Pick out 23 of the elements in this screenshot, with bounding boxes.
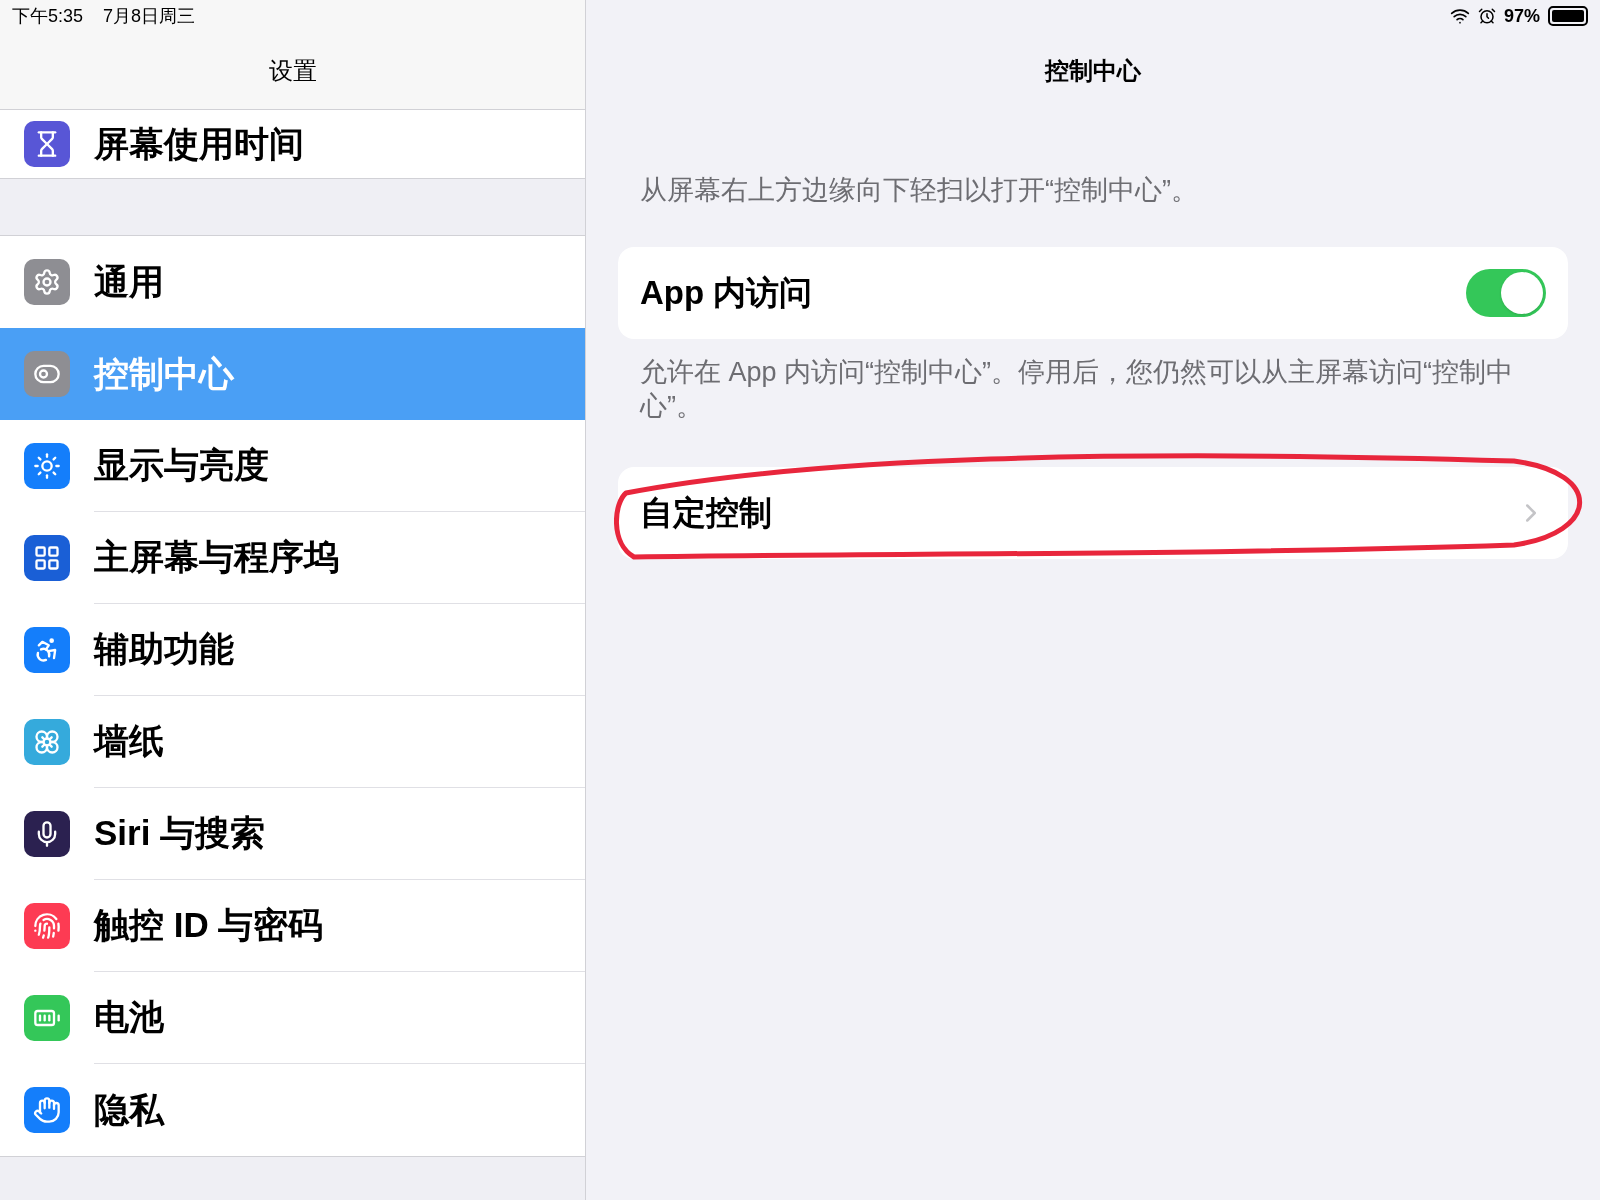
hand-icon (24, 1087, 70, 1133)
status-date: 7月8日周三 (103, 4, 196, 28)
person-icon (24, 627, 70, 673)
battery-percent: 97% (1503, 4, 1540, 28)
toggle-row: App 内访问 (618, 246, 1568, 339)
grid-icon (24, 535, 70, 581)
sun-icon (24, 443, 70, 489)
sidebar-title: 设置 (268, 55, 317, 86)
status-time: 下午5:35 (12, 4, 84, 28)
fingerprint-icon (24, 903, 70, 949)
wifi-icon (1449, 6, 1470, 26)
gear-icon (24, 259, 70, 305)
alarm-icon (1477, 7, 1496, 25)
hourglass-icon (24, 121, 70, 167)
customize-row[interactable]: 自定控制 (618, 466, 1568, 559)
flower-icon (24, 719, 70, 765)
page-title: 控制中心 (1045, 56, 1141, 86)
battery-icon (24, 995, 70, 1041)
hint-text: 从屏幕右上方边缘向下轻扫以打开“控制中心”。 (639, 174, 1199, 207)
battery-icon (1548, 6, 1588, 26)
toggle-icon (24, 351, 70, 397)
toggle-switch[interactable] (1466, 268, 1546, 317)
footer-text: 允许在 App 内访问“控制中心”。停用后，您仍然可以从主屏幕访问“控制中心”。 (638, 355, 1515, 423)
